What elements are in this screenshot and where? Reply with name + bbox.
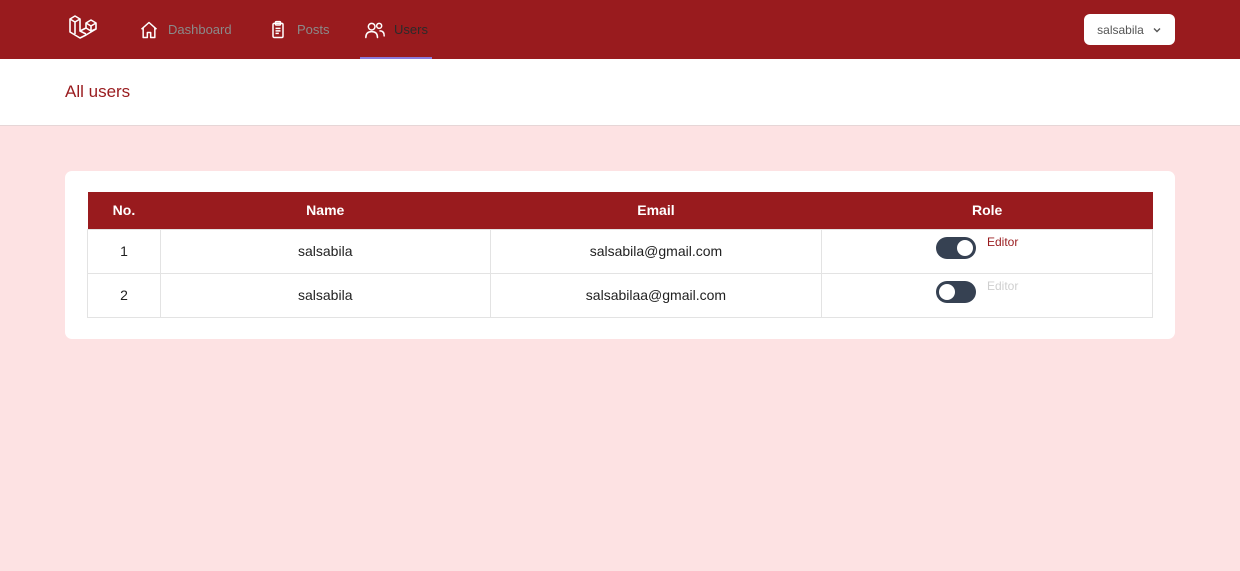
user-name: salsabila (159, 228, 491, 274)
table-row: 2 salsabila salsabilaa@gmail.com Editor (87, 272, 1153, 318)
role-cell: Editor (821, 228, 1153, 274)
user-email: salsabilaa@gmail.com (489, 272, 823, 318)
clipboard-icon (267, 19, 289, 41)
role-toggle[interactable] (935, 280, 976, 303)
users-icon (364, 19, 386, 41)
chevron-down-icon (1152, 25, 1162, 35)
column-header-name: Name (160, 192, 491, 229)
page-header: All users (0, 59, 1240, 126)
row-number: 1 (87, 228, 161, 274)
nav-users-label: Users (394, 22, 428, 37)
role-label: Editor (986, 278, 1019, 293)
role-toggle[interactable] (935, 236, 976, 259)
user-menu-label: salsabila (1097, 22, 1144, 37)
nav-posts-label: Posts (297, 22, 330, 37)
page-title: All users (65, 82, 131, 101)
user-name: salsabila (159, 272, 491, 318)
column-header-role: Role (821, 192, 1153, 229)
users-card: No. Name Email Role 1 salsabila salsabil… (65, 171, 1175, 339)
role-cell: Editor (821, 272, 1153, 318)
column-header-no: No. (87, 192, 161, 229)
top-navbar: Dashboard Posts Users salsabila (0, 0, 1240, 59)
nav-posts[interactable]: Posts (267, 0, 330, 59)
user-menu-dropdown[interactable]: salsabila (1084, 14, 1175, 45)
home-icon (138, 19, 160, 41)
nav-users[interactable]: Users (360, 0, 432, 59)
row-number: 2 (87, 272, 161, 318)
table-header-row: No. Name Email Role (87, 192, 1153, 229)
user-email: salsabila@gmail.com (489, 228, 823, 274)
column-header-email: Email (490, 192, 822, 229)
toggle-knob (956, 239, 973, 256)
toggle-knob (938, 283, 955, 300)
users-table: No. Name Email Role 1 salsabila salsabil… (87, 192, 1153, 318)
nav-dashboard-label: Dashboard (168, 22, 232, 37)
nav-dashboard[interactable]: Dashboard (138, 0, 232, 59)
table-row: 1 salsabila salsabila@gmail.com Editor (87, 228, 1153, 274)
laravel-logo-icon[interactable] (66, 13, 98, 45)
role-label: Editor (986, 234, 1019, 249)
